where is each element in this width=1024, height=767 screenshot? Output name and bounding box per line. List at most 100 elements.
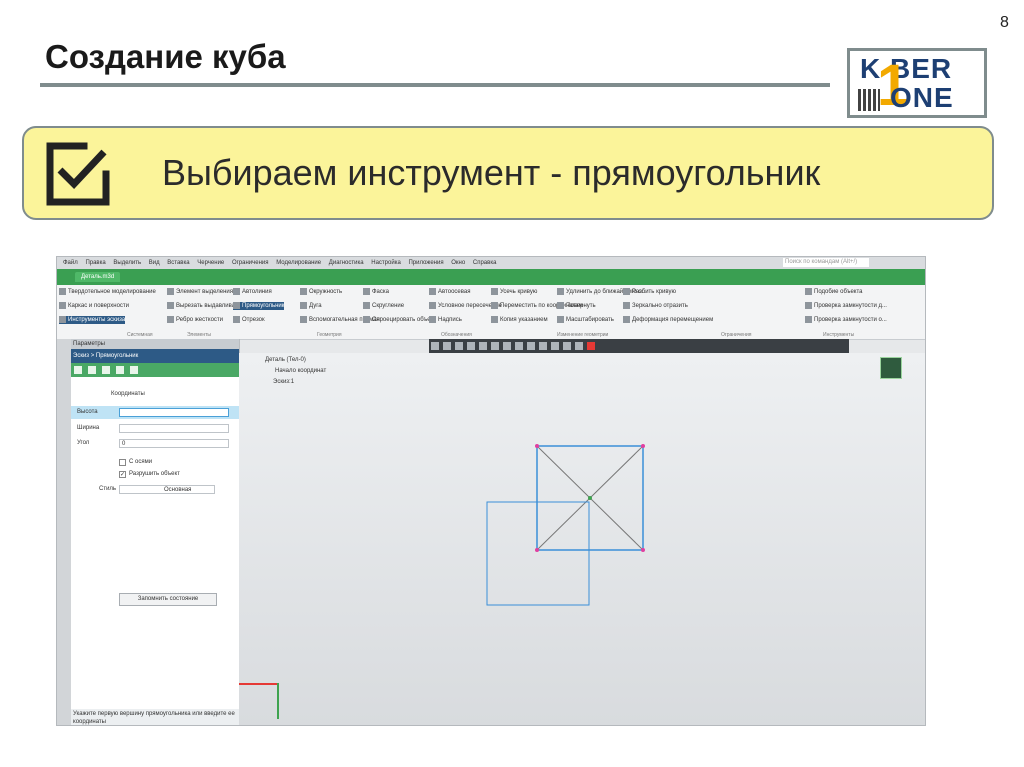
- group-edit-geometry: Изменение геометрии: [557, 332, 609, 338]
- zoom-fit-icon[interactable]: [491, 342, 499, 350]
- logo-line2: ONE: [890, 82, 954, 113]
- destroy-checkbox[interactable]: ✓: [119, 471, 126, 478]
- group-tools: Инструменты: [823, 332, 855, 338]
- command-search[interactable]: Поиск по командам (Alt+/): [783, 258, 869, 267]
- kiberone-logo: K BER 1 ONE: [847, 48, 987, 118]
- rect-mode-icon[interactable]: [74, 366, 82, 374]
- close-sketch-icon[interactable]: [587, 342, 595, 350]
- menu-window[interactable]: Окно: [451, 257, 465, 269]
- ribbon-solid-modeling[interactable]: Твердотельное моделирование: [59, 288, 156, 296]
- menu-diagnostics[interactable]: Диагностика: [329, 257, 364, 269]
- vertex-top-left: [535, 444, 539, 448]
- menu-apps[interactable]: Приложения: [408, 257, 443, 269]
- panel-toolbar: [71, 363, 239, 377]
- left-icon-strip: [57, 339, 72, 725]
- ribbon-arc[interactable]: Дуга: [300, 302, 322, 310]
- tab-document[interactable]: Деталь.m3d: [75, 272, 121, 282]
- axes-label: С осями: [129, 459, 153, 465]
- ribbon-select-element[interactable]: Элемент выделения: [167, 288, 233, 296]
- ribbon-copy[interactable]: Копия указанием: [491, 316, 548, 324]
- slide-title: Создание куба: [45, 38, 286, 75]
- ribbon-check-closed-2[interactable]: Проверка замкнутости о...: [805, 316, 887, 324]
- panel-subheader: Эскиз > Прямоугольник: [71, 349, 239, 363]
- model-canvas[interactable]: Деталь (Тел-0) Начало координат Эскиз:1: [239, 353, 925, 725]
- menu-bar: Файл Правка Выделить Вид Вставка Черчени…: [57, 257, 925, 269]
- settings-icon[interactable]: [130, 366, 138, 374]
- measure-icon[interactable]: [575, 342, 583, 350]
- kompas-screenshot: Файл Правка Выделить Вид Вставка Черчени…: [56, 256, 926, 726]
- menu-select[interactable]: Выделить: [113, 257, 141, 269]
- axes-checkbox[interactable]: [119, 459, 126, 466]
- group-designations: Обозначения: [441, 332, 472, 338]
- width-input[interactable]: [119, 424, 229, 433]
- menu-settings[interactable]: Настройка: [371, 257, 401, 269]
- ribbon-trim-curve[interactable]: Усечь кривую: [491, 288, 537, 296]
- grid-icon[interactable]: [455, 342, 463, 350]
- save-state-button[interactable]: Запомнить состояние: [119, 593, 217, 606]
- zoom-icon[interactable]: [479, 342, 487, 350]
- pan-icon[interactable]: [503, 342, 511, 350]
- ribbon-circle[interactable]: Окружность: [300, 288, 342, 296]
- ribbon-autoline[interactable]: Автолиния: [233, 288, 272, 296]
- ribbon-fillet[interactable]: Скругление: [363, 302, 404, 310]
- ribbon-sketch-tools[interactable]: Инструменты эскиза: [59, 316, 126, 325]
- menu-constraints[interactable]: Ограничения: [232, 257, 269, 269]
- ribbon-project-object[interactable]: Спроецировать объект: [363, 316, 436, 324]
- menu-help[interactable]: Справка: [473, 257, 497, 269]
- ribbon-label[interactable]: Надпись: [429, 316, 462, 324]
- ribbon-wireframe[interactable]: Каркас и поверхности: [59, 302, 129, 310]
- width-label: Ширина: [77, 425, 100, 431]
- vertex-bottom-left: [535, 548, 539, 552]
- ribbon-segment[interactable]: Отрезок: [233, 316, 265, 324]
- ribbon-deform[interactable]: Деформация перемещением: [623, 316, 713, 324]
- ribbon: Твердотельное моделирование Каркас и пов…: [57, 285, 925, 340]
- height-input[interactable]: [119, 408, 229, 417]
- ribbon-mirror[interactable]: Зеркально отразить: [623, 302, 688, 310]
- menu-insert[interactable]: Вставка: [167, 257, 189, 269]
- section-icon[interactable]: [551, 342, 559, 350]
- title-underline: [40, 83, 830, 87]
- shading-icon[interactable]: [443, 342, 451, 350]
- angle-input[interactable]: 0: [119, 439, 229, 448]
- filter-icon[interactable]: [563, 342, 571, 350]
- style-select[interactable]: Основная: [119, 485, 215, 494]
- sketch-mode-icon[interactable]: [431, 342, 439, 350]
- status-hint: Укажите первую вершину прямоугольника ил…: [71, 709, 239, 725]
- display-icon[interactable]: [539, 342, 547, 350]
- height-label: Высота: [77, 409, 98, 415]
- qr-code-icon: [858, 89, 880, 111]
- parameters-panel: Параметры Эскиз > Прямоугольник Координа…: [71, 339, 240, 725]
- ribbon-check-closed-1[interactable]: Проверка замкнутости д...: [805, 302, 887, 310]
- group-system: Системная: [127, 332, 153, 338]
- ribbon-rectangle[interactable]: Прямоугольник: [233, 302, 285, 311]
- view-toolbar: [429, 339, 849, 353]
- menu-drawing[interactable]: Черчение: [197, 257, 224, 269]
- angle-label: Угол: [77, 440, 90, 446]
- ribbon-rotate[interactable]: Повернуть: [557, 302, 596, 310]
- menu-modeling[interactable]: Моделирование: [276, 257, 321, 269]
- center-point: [588, 496, 592, 500]
- rect-center-icon[interactable]: [88, 366, 96, 374]
- vertex-top-right: [641, 444, 645, 448]
- group-constraints: Ограничения: [721, 332, 752, 338]
- ribbon-chamfer[interactable]: Фаска: [363, 288, 389, 296]
- orientation-icon[interactable]: [527, 342, 535, 350]
- snap-icon[interactable]: [467, 342, 475, 350]
- rotate-icon[interactable]: [515, 342, 523, 350]
- destroy-label: Разрушить объект: [129, 471, 180, 477]
- ribbon-similar-object[interactable]: Подобие объекта: [805, 288, 863, 296]
- vertex-bottom-right: [641, 548, 645, 552]
- section-coordinates[interactable]: Координаты: [111, 391, 145, 397]
- rect-angle-icon[interactable]: [116, 366, 124, 374]
- rect-3pt-icon[interactable]: [102, 366, 110, 374]
- ribbon-split-curve[interactable]: Разбить кривую: [623, 288, 676, 296]
- menu-view[interactable]: Вид: [149, 257, 160, 269]
- ribbon-auto-axis[interactable]: Автоосевая: [429, 288, 470, 296]
- menu-edit[interactable]: Правка: [85, 257, 105, 269]
- ribbon-rib[interactable]: Ребро жесткости: [167, 316, 223, 324]
- menu-file[interactable]: Файл: [63, 257, 78, 269]
- callout-text: Выбираем инструмент - прямоугольник: [162, 152, 821, 193]
- group-elements: Элементы: [187, 332, 211, 338]
- panel-header: Параметры: [71, 339, 239, 349]
- ribbon-scale[interactable]: Масштабировать: [557, 316, 614, 324]
